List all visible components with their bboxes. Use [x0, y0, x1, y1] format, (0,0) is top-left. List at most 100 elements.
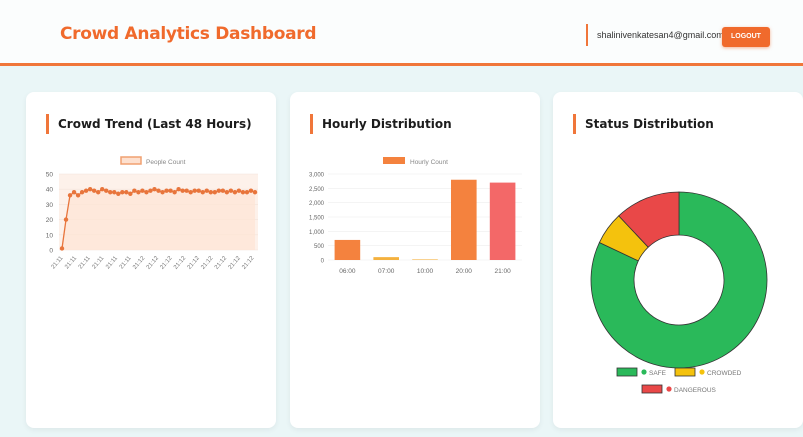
legend-swatch — [674, 367, 696, 377]
data-point — [132, 188, 137, 193]
legend-dot — [641, 369, 647, 375]
data-point — [124, 190, 129, 195]
data-point — [176, 187, 181, 192]
crowd-trend-title: Crowd Trend (Last 48 Hours) — [46, 114, 252, 134]
data-point — [232, 190, 238, 195]
y-tick-label: 500 — [314, 244, 325, 250]
y-tick-label: 20 — [46, 217, 54, 224]
data-point — [79, 190, 85, 195]
logout-button[interactable]: LOGOUT — [722, 27, 770, 47]
y-tick-label: 1,000 — [309, 230, 325, 236]
data-point — [200, 190, 205, 195]
data-point — [172, 190, 177, 195]
bar — [373, 257, 400, 260]
data-point — [144, 190, 149, 195]
legend-label: People Count — [146, 159, 186, 166]
data-point — [95, 190, 101, 195]
data-point — [216, 188, 222, 193]
x-tick-label: 21:12 — [214, 255, 229, 271]
bar — [334, 239, 361, 260]
hourly-distribution-title: Hourly Distribution — [310, 114, 452, 134]
data-point — [128, 191, 133, 196]
data-point — [224, 190, 230, 195]
x-tick-label: 21:11 — [78, 255, 92, 271]
data-point — [184, 188, 189, 193]
x-tick-label: 21:12 — [146, 255, 161, 271]
crowd-trend-card: Crowd Trend (Last 48 Hours) People Count… — [26, 92, 276, 428]
y-tick-label: 30 — [46, 202, 54, 209]
data-point — [136, 190, 141, 195]
x-tick-label: 21:12 — [173, 255, 188, 271]
hourly-distribution-card: Hourly Distribution Hourly Count 0 500 1,00… — [290, 92, 540, 428]
bar — [450, 179, 477, 260]
data-point — [63, 217, 69, 222]
data-point — [100, 187, 105, 192]
hourly-distribution-chart: Hourly Count 0 500 1,000 1,500 2,000 2,500 3,00… — [309, 157, 522, 275]
y-tick-label: 2,500 — [309, 187, 325, 193]
data-point — [192, 188, 197, 193]
user-email: shalinivenkatesan4@gmail.com — [586, 24, 724, 46]
legend-swatch — [120, 156, 142, 165]
data-point — [59, 246, 65, 251]
data-point — [116, 191, 121, 196]
data-point — [196, 188, 201, 193]
legend-swatch — [383, 157, 405, 164]
data-point — [236, 188, 242, 193]
y-tick-label: 3,000 — [309, 173, 325, 179]
x-tick-label: 21:00 — [494, 268, 511, 275]
app-header: Crowd Analytics Dashboard shalinivenkate… — [0, 0, 803, 66]
y-tick-label: 2,000 — [309, 201, 325, 207]
x-tick-label: 21:12 — [241, 255, 256, 271]
data-point — [164, 188, 169, 193]
y-tick-label: 0 — [321, 259, 325, 265]
data-point — [220, 188, 226, 193]
data-point — [152, 187, 157, 192]
data-point — [140, 188, 145, 193]
legend-label: SAFE — [649, 370, 667, 377]
x-tick-label: 21:12 — [159, 255, 174, 271]
data-point — [104, 188, 109, 193]
legend-dot — [699, 369, 705, 375]
x-tick-label: 21:11 — [105, 255, 119, 271]
data-point — [75, 193, 81, 198]
data-point — [71, 190, 77, 195]
x-tick-label: 21:12 — [187, 255, 202, 271]
line-area-fill — [62, 189, 255, 250]
data-point — [112, 190, 117, 195]
y-tick-label: 1,500 — [309, 216, 325, 222]
x-tick-label: 21:12 — [132, 255, 147, 271]
y-tick-label: 0 — [49, 248, 53, 255]
data-point — [188, 190, 193, 195]
data-point — [204, 188, 209, 193]
x-tick-label: 07:00 — [378, 268, 395, 275]
y-tick-label: 40 — [46, 187, 54, 194]
status-distribution-title: Status Distribution — [573, 114, 714, 134]
data-point — [108, 190, 113, 195]
data-point — [244, 190, 250, 195]
data-point — [67, 193, 73, 198]
y-tick-label: 50 — [46, 172, 54, 179]
data-point — [87, 187, 93, 192]
data-point — [148, 188, 153, 193]
data-point — [252, 190, 258, 195]
x-tick-label: 21:11 — [91, 255, 105, 271]
status-distribution-card: Status Distribution SAFE CROWDED DANGEROUS — [553, 92, 803, 428]
legend-swatch — [616, 367, 638, 377]
x-tick-label: 21:12 — [228, 255, 243, 271]
legend-dot — [666, 386, 672, 392]
app-title: Crowd Analytics Dashboard — [60, 24, 317, 44]
x-tick-label: 10:00 — [417, 268, 434, 275]
legend-label: CROWDED — [707, 370, 742, 377]
x-tick-label: 20:00 — [456, 268, 473, 275]
data-point — [120, 190, 125, 195]
x-tick-label: 21:11 — [51, 255, 65, 271]
bar — [489, 182, 516, 260]
data-point — [248, 188, 254, 193]
x-tick-label: 06:00 — [339, 268, 356, 275]
crowd-trend-chart: People Count0102030405021:11 21:11 21:11 21… — [46, 156, 258, 271]
data-point — [212, 190, 217, 195]
status-distribution-chart: SAFE CROWDED DANGEROUS — [590, 191, 768, 394]
legend-label: Hourly Count — [410, 159, 448, 166]
data-point — [228, 188, 234, 193]
bar — [412, 259, 438, 260]
